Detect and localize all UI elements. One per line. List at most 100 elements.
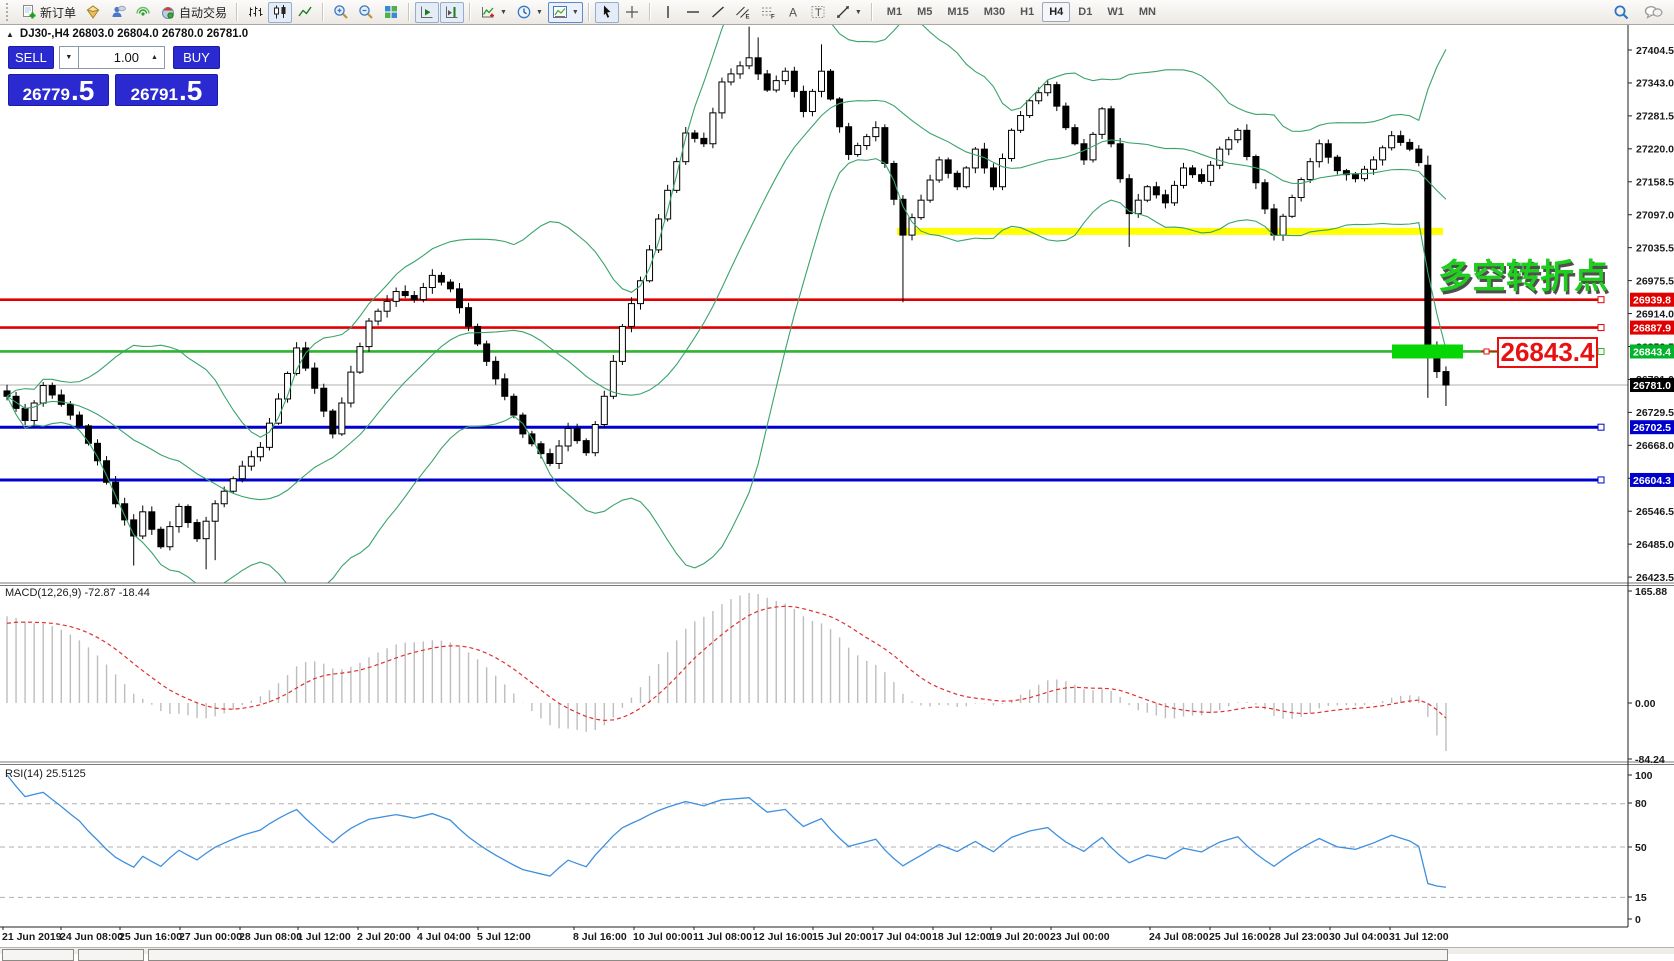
cursor-button[interactable] (595, 2, 619, 23)
indicators-icon (480, 4, 496, 20)
rsi-tick-label: 0 (1635, 914, 1641, 926)
volume-increase-button[interactable]: ▲ (145, 46, 165, 69)
bollinger-lower (7, 159, 1446, 597)
timeframe-m1[interactable]: M1 (880, 2, 909, 22)
rsi-tick-label: 80 (1635, 798, 1647, 810)
sell-price-main: 26779 (23, 86, 70, 103)
templates-button[interactable]: ▼ (548, 2, 583, 23)
dropdown-caret-icon: ▼ (536, 9, 543, 16)
timeframe-m5[interactable]: M5 (910, 2, 939, 22)
periods-button[interactable]: ▼ (512, 2, 547, 23)
price-tick-label: 27281.5 (1636, 111, 1674, 123)
time-tick-label: 15 Jul 20:00 (812, 931, 872, 943)
fibo-letter: F (771, 15, 775, 21)
top-toolbar: 新订单 自动交易 ▼ ▼ ▼ E F A T ▼ M1M5M15M30H1H4D… (0, 0, 1674, 25)
time-tick-label: 30 Jul 04:00 (1329, 931, 1389, 943)
timeframe-mn[interactable]: MN (1132, 2, 1163, 22)
buy-price-main: 26791 (131, 86, 178, 103)
dropdown-caret-icon: ▼ (572, 9, 579, 16)
arrows-button[interactable]: ▼ (831, 2, 866, 23)
timeframe-d1[interactable]: D1 (1071, 2, 1099, 22)
trendline-icon (710, 4, 726, 20)
sell-button[interactable]: SELL (8, 46, 54, 69)
price-tick-label: 26729.5 (1636, 407, 1674, 419)
time-tick-label: 19 Jul 20:00 (990, 931, 1050, 943)
community-button[interactable] (106, 2, 130, 23)
price-label-text: 26939.8 (1633, 295, 1671, 307)
buy-price[interactable]: 26791.5 (115, 74, 218, 106)
template-icon (552, 4, 568, 20)
time-tick-label: 23 Jul 00:00 (1050, 931, 1110, 943)
sell-price[interactable]: 26779.5 (8, 74, 109, 106)
line-chart-button[interactable] (293, 2, 317, 23)
collapse-icon[interactable]: ▲ (6, 30, 14, 39)
taskbar-item[interactable] (148, 949, 1448, 961)
new-order-label: 新订单 (40, 4, 76, 21)
toolbar-separator (408, 3, 410, 21)
auto-trading-label: 自动交易 (179, 4, 227, 21)
time-tick-label: 31 Jul 12:00 (1389, 931, 1449, 943)
annotation-turning-point: 多空转折点 (1438, 249, 1608, 298)
volume-input[interactable]: 1.00 (79, 46, 145, 69)
crosshair-icon (624, 4, 640, 20)
timeframe-w1[interactable]: W1 (1100, 2, 1131, 22)
time-tick-label: 25 Jul 16:00 (1209, 931, 1269, 943)
dropdown-caret-icon: ▼ (500, 9, 507, 16)
new-order-button[interactable]: 新订单 (17, 2, 80, 23)
time-tick-label: 12 Jul 16:00 (753, 931, 813, 943)
chat-button[interactable] (1640, 2, 1667, 23)
arrows-icon (835, 4, 851, 20)
price-label-text: 26887.9 (1633, 323, 1671, 335)
dropdown-caret-icon: ▼ (855, 9, 862, 16)
zoom-out-button[interactable] (354, 2, 378, 23)
price-label-text: 26604.3 (1633, 475, 1671, 487)
fibonacci-button[interactable]: F (756, 2, 780, 23)
metaeditor-button[interactable] (81, 2, 105, 23)
new-order-icon (21, 4, 37, 20)
auto-scroll-button[interactable] (415, 2, 439, 23)
toolbar-grip[interactable] (6, 3, 13, 21)
timeframe-h4[interactable]: H4 (1042, 2, 1070, 22)
clock-icon (516, 4, 532, 20)
level-line-handle (1598, 325, 1604, 331)
vertical-line-button[interactable] (656, 2, 680, 23)
text-button[interactable]: A (781, 2, 805, 23)
signals-button[interactable] (131, 2, 155, 23)
price-tick-label: 26975.5 (1636, 275, 1674, 287)
volume-decrease-button[interactable]: ▼ (59, 46, 79, 69)
tile-windows-button[interactable] (379, 2, 403, 23)
price-label-text: 26781.0 (1633, 380, 1671, 392)
bar-chart-icon (247, 4, 263, 20)
bar-chart-button[interactable] (243, 2, 267, 23)
timeframe-m15[interactable]: M15 (940, 2, 975, 22)
auto-scroll-icon (419, 4, 435, 20)
timeframe-h1[interactable]: H1 (1013, 2, 1041, 22)
zoom-in-button[interactable] (329, 2, 353, 23)
text-label-button[interactable]: T (806, 2, 830, 23)
indicators-button[interactable]: ▼ (476, 2, 511, 23)
horizontal-line-button[interactable] (681, 2, 705, 23)
equidistant-channel-button[interactable]: E (731, 2, 755, 23)
time-tick-label: 27 Jun 00:00 (179, 931, 242, 943)
auto-trading-button[interactable]: 自动交易 (156, 2, 231, 23)
symbol-header: ▲ DJ30-,H4 26803.0 26804.0 26780.0 26781… (6, 28, 248, 40)
text-icon: A (785, 4, 801, 20)
toolbar-separator (236, 3, 238, 21)
buy-price-frac: .5 (179, 80, 202, 103)
candlestick-chart-button[interactable] (268, 2, 292, 23)
timeframe-m30[interactable]: M30 (977, 2, 1012, 22)
taskbar-item[interactable] (2, 949, 74, 961)
line-chart-icon (297, 4, 313, 20)
profile-cloud-icon (110, 4, 126, 20)
trendline-button[interactable] (706, 2, 730, 23)
label-letter: T (815, 7, 822, 19)
crosshair-button[interactable] (620, 2, 644, 23)
buy-button[interactable]: BUY (173, 46, 220, 69)
candlestick-chart[interactable]: 27404.527343.027281.527220.027158.527097… (0, 25, 1674, 954)
search-button[interactable] (1609, 2, 1634, 23)
price-tick-label: 26423.5 (1636, 572, 1674, 584)
level-line-handle (1598, 477, 1604, 483)
taskbar-item[interactable] (78, 949, 144, 961)
chart-shift-button[interactable] (440, 2, 464, 23)
time-tick-label: 24 Jul 08:00 (1149, 931, 1209, 943)
